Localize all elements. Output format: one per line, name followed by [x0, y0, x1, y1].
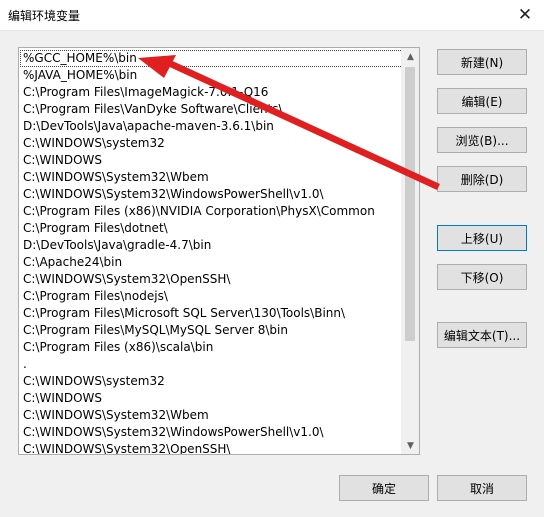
path-list-item[interactable]: D:\DevTools\Java\apache-maven-3.6.1\bin: [20, 118, 403, 135]
path-list-item[interactable]: C:\WINDOWS\System32\Wbem: [20, 169, 403, 186]
path-list-item[interactable]: C:\WINDOWS: [20, 390, 403, 407]
path-list-item[interactable]: C:\WINDOWS\System32\Wbem: [20, 407, 403, 424]
browse-button[interactable]: 浏览(B)...: [437, 127, 527, 153]
window-title: 编辑环境变量: [8, 9, 81, 23]
cancel-button[interactable]: 取消: [437, 475, 527, 501]
path-list-item[interactable]: C:\WINDOWS\System32\OpenSSH\: [20, 271, 403, 288]
path-list-item[interactable]: C:\WINDOWS\System32\WindowsPowerShell\v1…: [20, 424, 403, 441]
path-list-item[interactable]: C:\WINDOWS\System32\WindowsPowerShell\v1…: [20, 186, 403, 203]
path-list-item[interactable]: C:\WINDOWS\system32: [20, 373, 403, 390]
title-bar: 编辑环境变量 ✕: [0, 0, 544, 31]
path-list-item[interactable]: C:\Program Files (x86)\NVIDIA Corporatio…: [20, 203, 403, 220]
path-list-item[interactable]: C:\WINDOWS\system32: [20, 135, 403, 152]
delete-button[interactable]: 删除(D): [437, 166, 527, 192]
ok-button[interactable]: 确定: [339, 475, 429, 501]
vertical-scrollbar[interactable]: ▲ ▼: [401, 48, 419, 454]
path-list-item[interactable]: C:\Program Files\VanDyke Software\Client…: [20, 101, 403, 118]
path-list-item[interactable]: C:\Program Files\ImageMagick-7.0.1-Q16: [20, 84, 403, 101]
path-list-item[interactable]: C:\Program Files\nodejs\: [20, 288, 403, 305]
scrollbar-thumb[interactable]: [405, 67, 415, 341]
scroll-up-icon[interactable]: ▲: [402, 48, 419, 65]
path-list-item[interactable]: C:\WINDOWS\System32\OpenSSH\: [20, 441, 403, 454]
path-list-item[interactable]: D:\DevTools\Java\gradle-4.7\bin: [20, 237, 403, 254]
path-list-item[interactable]: C:\Program Files\Microsoft SQL Server\13…: [20, 305, 403, 322]
path-list-item[interactable]: C:\Program Files\MySQL\MySQL Server 8\bi…: [20, 322, 403, 339]
path-list-item[interactable]: %JAVA_HOME%\bin: [20, 67, 403, 84]
path-list-item[interactable]: C:\Program Files\dotnet\: [20, 220, 403, 237]
path-list-item[interactable]: C:\WINDOWS: [20, 152, 403, 169]
close-icon[interactable]: ✕: [514, 4, 536, 26]
path-list-item[interactable]: %GCC_HOME%\bin: [20, 50, 403, 67]
path-list-rows: %GCC_HOME%\bin %JAVA_HOME%\bin C:\Program …: [20, 50, 403, 454]
path-list-item[interactable]: C:\Apache24\bin: [20, 254, 403, 271]
path-list-item[interactable]: C:\Program Files (x86)\scala\bin: [20, 339, 403, 356]
path-list-item[interactable]: .: [20, 356, 403, 373]
edit-button[interactable]: 编辑(E): [437, 88, 527, 114]
scroll-down-icon[interactable]: ▼: [402, 437, 419, 454]
path-list[interactable]: %GCC_HOME%\bin %JAVA_HOME%\bin C:\Program …: [18, 47, 420, 455]
edit-text-button[interactable]: 编辑文本(T)...: [437, 322, 527, 348]
move-up-button[interactable]: 上移(U): [437, 225, 527, 251]
move-down-button[interactable]: 下移(O): [437, 264, 527, 290]
new-button[interactable]: 新建(N): [437, 49, 527, 75]
